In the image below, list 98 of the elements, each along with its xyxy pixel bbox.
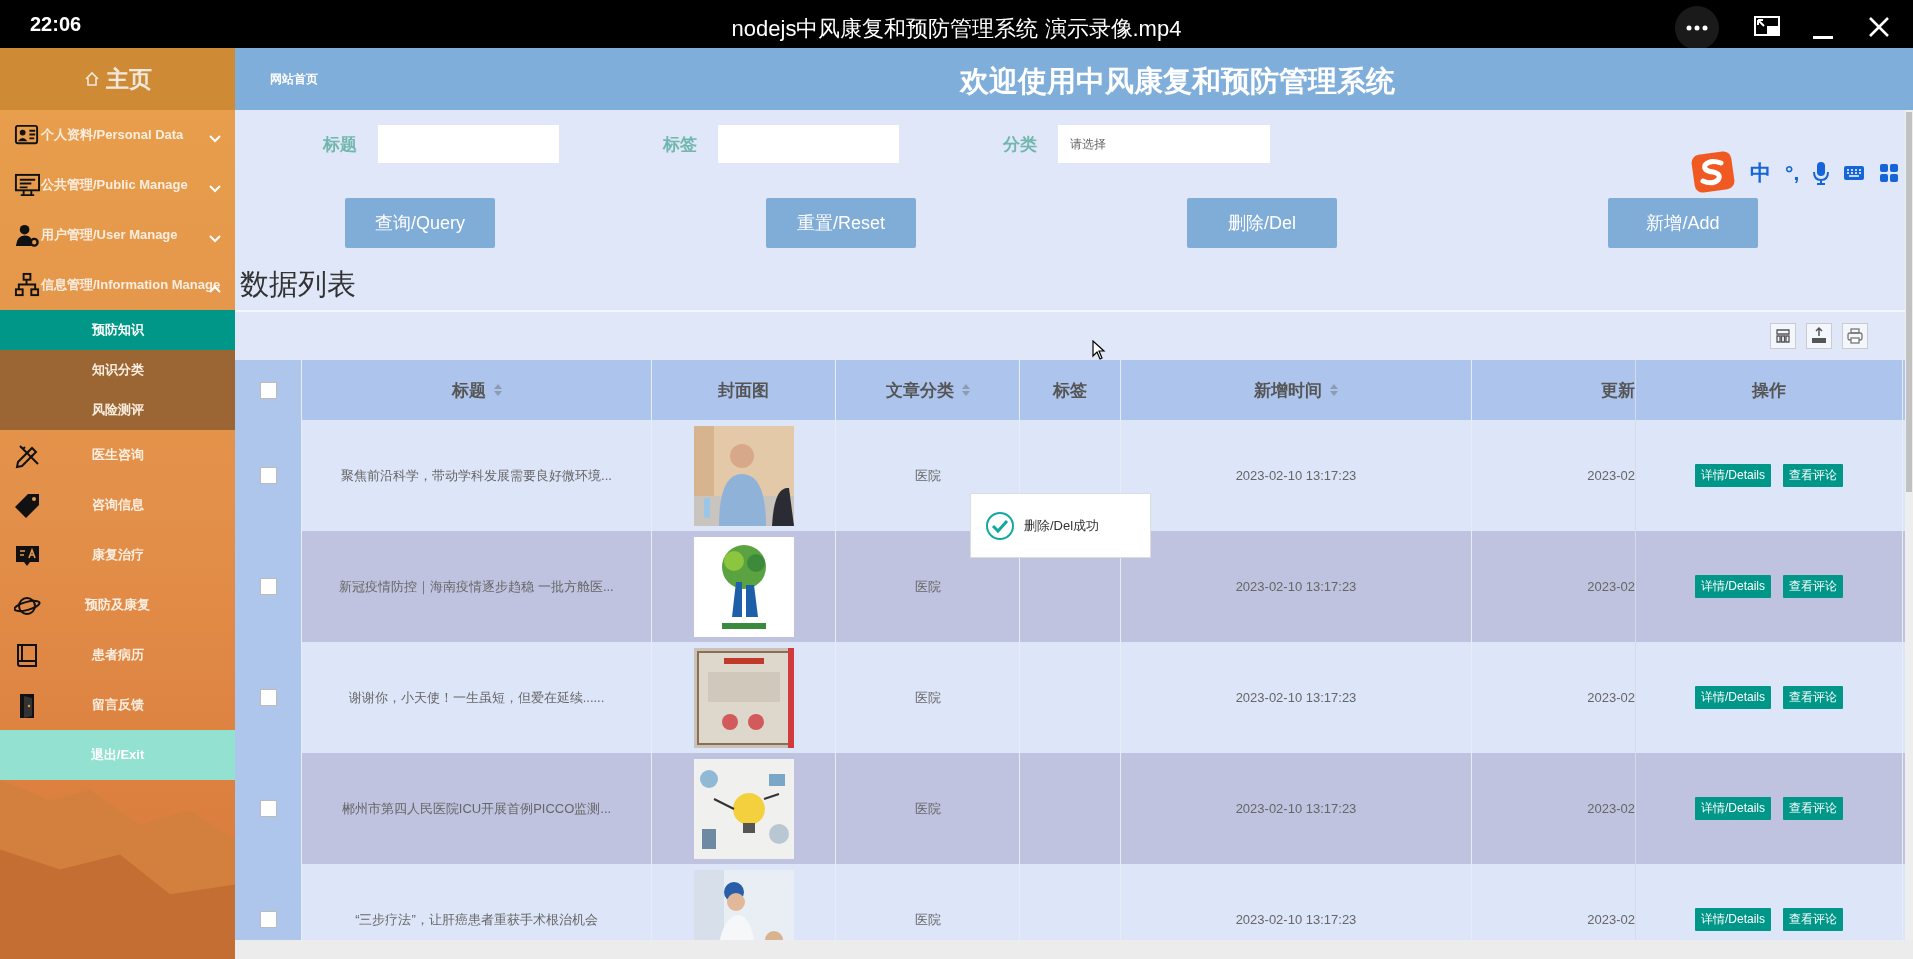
input-field[interactable] bbox=[718, 125, 899, 163]
table-cell: 2023-02-10 13:17:23 bbox=[1235, 690, 1357, 705]
picture-in-picture-icon[interactable] bbox=[1754, 16, 1780, 38]
sidebar-menu-item[interactable]: 个人资料/Personal Data bbox=[0, 110, 235, 160]
home-link[interactable]: 主页 bbox=[105, 63, 152, 95]
row-action-button[interactable]: 查看评论 bbox=[1783, 908, 1843, 931]
pencil-ruler-icon bbox=[14, 442, 41, 469]
action-button[interactable]: 重置/Reset bbox=[766, 198, 916, 248]
table-cell: 2023-02-10 13:17:23 bbox=[1235, 468, 1357, 483]
section-title: 数据列表 bbox=[240, 267, 356, 302]
checkbox[interactable] bbox=[259, 800, 277, 817]
table-cell: 郴州市第四人民医院ICU开展首例PICCO监测... bbox=[341, 799, 612, 818]
sidebar-link[interactable]: 康复治疗 bbox=[91, 546, 144, 564]
clock-time: 22:06 bbox=[30, 12, 83, 36]
column-header[interactable]: 文章分类 bbox=[885, 378, 954, 402]
table-cell: 谢谢你，小天使！一生虽短，但爱在延续...... bbox=[348, 688, 605, 707]
submenu-item[interactable]: 知识分类 bbox=[0, 350, 235, 390]
video-title: nodejs中风康复和预防管理系统 演示录像.mp4 bbox=[731, 15, 1182, 43]
table-cell: 新冠疫情防控｜海南疫情逐步趋稳 一批方舱医... bbox=[339, 577, 614, 596]
field-label: 标签 bbox=[663, 133, 698, 156]
sidebar-menu-item[interactable]: 用户管理/User Manage bbox=[0, 210, 235, 260]
select-field[interactable]: 请选择 bbox=[1058, 125, 1270, 163]
row-action-button[interactable]: 详情/Details bbox=[1695, 575, 1771, 598]
table-cell: 医院 bbox=[914, 799, 941, 818]
action-button[interactable]: 查询/Query bbox=[345, 198, 495, 248]
row-action-button[interactable]: 查看评论 bbox=[1783, 464, 1843, 487]
checkbox[interactable] bbox=[259, 381, 277, 399]
row-action-button[interactable]: 查看评论 bbox=[1783, 686, 1843, 709]
column-header[interactable]: 标题 bbox=[451, 378, 486, 402]
table-cell: 2023-02 bbox=[1587, 912, 1635, 927]
monitor-icon bbox=[14, 172, 40, 198]
tag-icon bbox=[14, 492, 41, 519]
check-circle-icon bbox=[985, 510, 1015, 541]
action-button[interactable]: 新增/Add bbox=[1608, 198, 1758, 248]
punctuation-mode[interactable]: °, bbox=[1785, 161, 1800, 185]
submenu-item[interactable]: 预防知识 bbox=[0, 310, 235, 350]
grid-icon[interactable] bbox=[1879, 163, 1900, 183]
sidebar-link[interactable]: 医生咨询 bbox=[91, 446, 144, 464]
checkbox[interactable] bbox=[259, 467, 277, 484]
more-icon[interactable] bbox=[1675, 6, 1719, 50]
print-icon[interactable] bbox=[1842, 323, 1868, 349]
column-header[interactable]: 新增时间 bbox=[1254, 378, 1322, 402]
table-cell: 聚焦前沿科学，带动学科发展需要良好微环境... bbox=[341, 466, 612, 485]
table-cell: 医院 bbox=[914, 688, 941, 707]
sidebar-link[interactable]: 留言反馈 bbox=[91, 696, 144, 714]
scrollbar[interactable] bbox=[1905, 110, 1913, 940]
page-title: 欢迎使用中风康复和预防管理系统 bbox=[960, 64, 1395, 99]
table-cell: 2023-02-10 13:17:23 bbox=[1235, 801, 1357, 816]
logo-icon[interactable] bbox=[1690, 151, 1736, 195]
close-icon[interactable] bbox=[1868, 16, 1890, 38]
sidebar-link[interactable]: 咨询信息 bbox=[91, 496, 144, 514]
sidebar-link[interactable]: 预防及康复 bbox=[85, 596, 150, 614]
table-cell: 2023-02 bbox=[1587, 801, 1635, 816]
table-cell: “三步疗法”，让肝癌患者重获手术根治机会 bbox=[355, 910, 598, 929]
row-action-button[interactable]: 查看评论 bbox=[1783, 797, 1843, 820]
microphone-icon[interactable] bbox=[1813, 161, 1830, 185]
table-cell: 医院 bbox=[914, 577, 941, 596]
sitemap-icon bbox=[14, 272, 40, 298]
column-header: 封面图 bbox=[718, 379, 769, 402]
column-header: 操作 bbox=[1752, 379, 1786, 402]
home-icon bbox=[83, 71, 100, 87]
row-action-button[interactable]: 详情/Details bbox=[1695, 686, 1771, 709]
keyboard-icon[interactable] bbox=[1843, 165, 1866, 181]
action-button[interactable]: 删除/Del bbox=[1187, 198, 1337, 248]
export-icon[interactable] bbox=[1806, 323, 1832, 349]
sidebar-menu-item[interactable]: 公共管理/Public Manage bbox=[0, 160, 235, 210]
breadcrumb-link[interactable]: 网站首页 bbox=[270, 70, 318, 88]
field-label: 分类 bbox=[1003, 133, 1038, 156]
columns-icon[interactable] bbox=[1770, 323, 1796, 349]
row-action-button[interactable]: 详情/Details bbox=[1695, 908, 1771, 931]
row-action-button[interactable]: 详情/Details bbox=[1695, 797, 1771, 820]
input-mode[interactable]: 中 bbox=[1750, 159, 1771, 187]
table-cell: 2023-02-10 13:17:23 bbox=[1235, 579, 1357, 594]
sort-icon[interactable] bbox=[1330, 384, 1338, 396]
row-action-button[interactable]: 查看评论 bbox=[1783, 575, 1843, 598]
table-cell: 医院 bbox=[914, 910, 941, 929]
column-header: 标签 bbox=[1053, 379, 1087, 402]
sort-icon[interactable] bbox=[961, 384, 970, 396]
checkbox[interactable] bbox=[259, 911, 277, 928]
sort-icon[interactable] bbox=[493, 384, 502, 396]
table-cell: 2023-02-10 13:17:23 bbox=[1235, 912, 1357, 927]
input-field[interactable] bbox=[378, 125, 559, 163]
user-gear-icon bbox=[14, 222, 40, 248]
table-cell: 医院 bbox=[914, 466, 941, 485]
sidebar-link[interactable]: 患者病历 bbox=[91, 646, 144, 664]
minimize-icon[interactable] bbox=[1813, 36, 1833, 39]
sidebar-menu-item[interactable]: 信息管理/Information Manage bbox=[0, 260, 235, 310]
table-cell: 2023-02 bbox=[1587, 468, 1635, 483]
submenu-item[interactable]: 风险测评 bbox=[0, 390, 235, 430]
checkbox[interactable] bbox=[259, 578, 277, 595]
field-label: 标题 bbox=[323, 133, 358, 156]
column-header: 更新 bbox=[1601, 379, 1635, 402]
toast-message: 删除/Del成功 bbox=[1024, 516, 1100, 535]
table-cell: 2023-02 bbox=[1587, 579, 1635, 594]
table-cell: 2023-02 bbox=[1587, 690, 1635, 705]
cursor-icon bbox=[1092, 340, 1106, 360]
row-action-button[interactable]: 详情/Details bbox=[1695, 464, 1771, 487]
checkbox[interactable] bbox=[259, 689, 277, 706]
